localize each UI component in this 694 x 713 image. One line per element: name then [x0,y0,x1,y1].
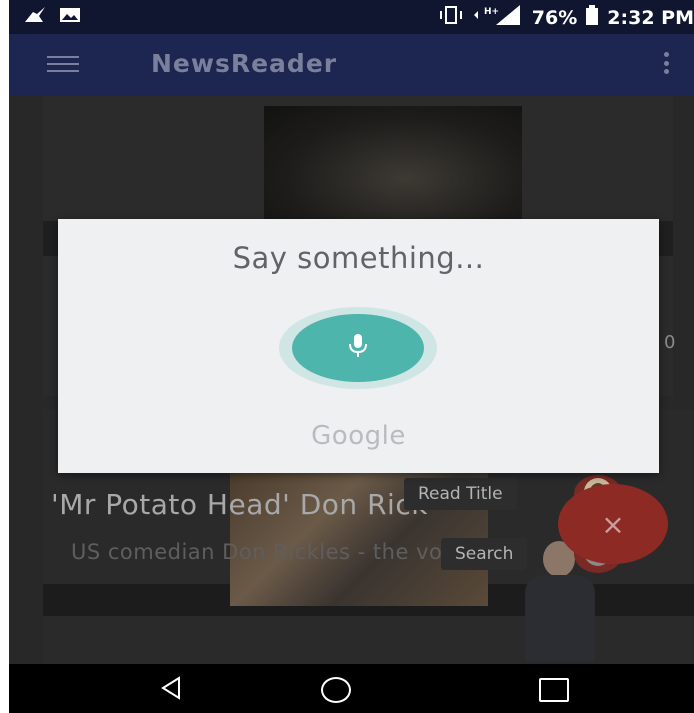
app-title: NewsReader [151,49,338,78]
voice-prompt: Say something... [232,241,485,275]
voice-search-dialog: Say something... Google [58,219,659,473]
phone-screen: H+ 76% 2:32 PM NewsReader 0 'Mr Potato H… [9,0,694,713]
search-label[interactable]: Search [441,538,528,570]
read-title-label[interactable]: Read Title [404,478,517,510]
image-notification-icon [59,6,81,28]
home-icon[interactable] [321,677,351,703]
google-brand: Google [311,421,406,451]
network-type: H+ [484,7,499,17]
battery-icon [585,5,599,30]
back-icon[interactable] [159,676,183,704]
close-fab-button[interactable]: × [558,484,668,564]
clock: 2:32 PM [607,6,694,29]
overflow-menu-icon[interactable] [664,52,670,74]
mic-button[interactable] [292,314,424,382]
recents-icon[interactable] [539,678,569,702]
vibrate-icon [438,5,464,30]
news-summary: US comedian Don Rickles - the voice [71,540,475,564]
status-bar: H+ 76% 2:32 PM [9,0,694,34]
hamburger-menu-icon[interactable] [47,56,79,74]
news-headline[interactable]: 'Mr Potato Head' Don Rick [51,488,428,521]
battery-percent: 76% [531,6,578,29]
app-bar: NewsReader [9,34,694,96]
system-nav-bar [9,664,694,713]
broom-notification-icon [23,6,47,28]
microphone-icon [347,333,369,363]
close-icon: × [601,507,625,541]
card-meta-text: 0 [664,332,676,353]
signal-icon: H+ [472,4,524,31]
